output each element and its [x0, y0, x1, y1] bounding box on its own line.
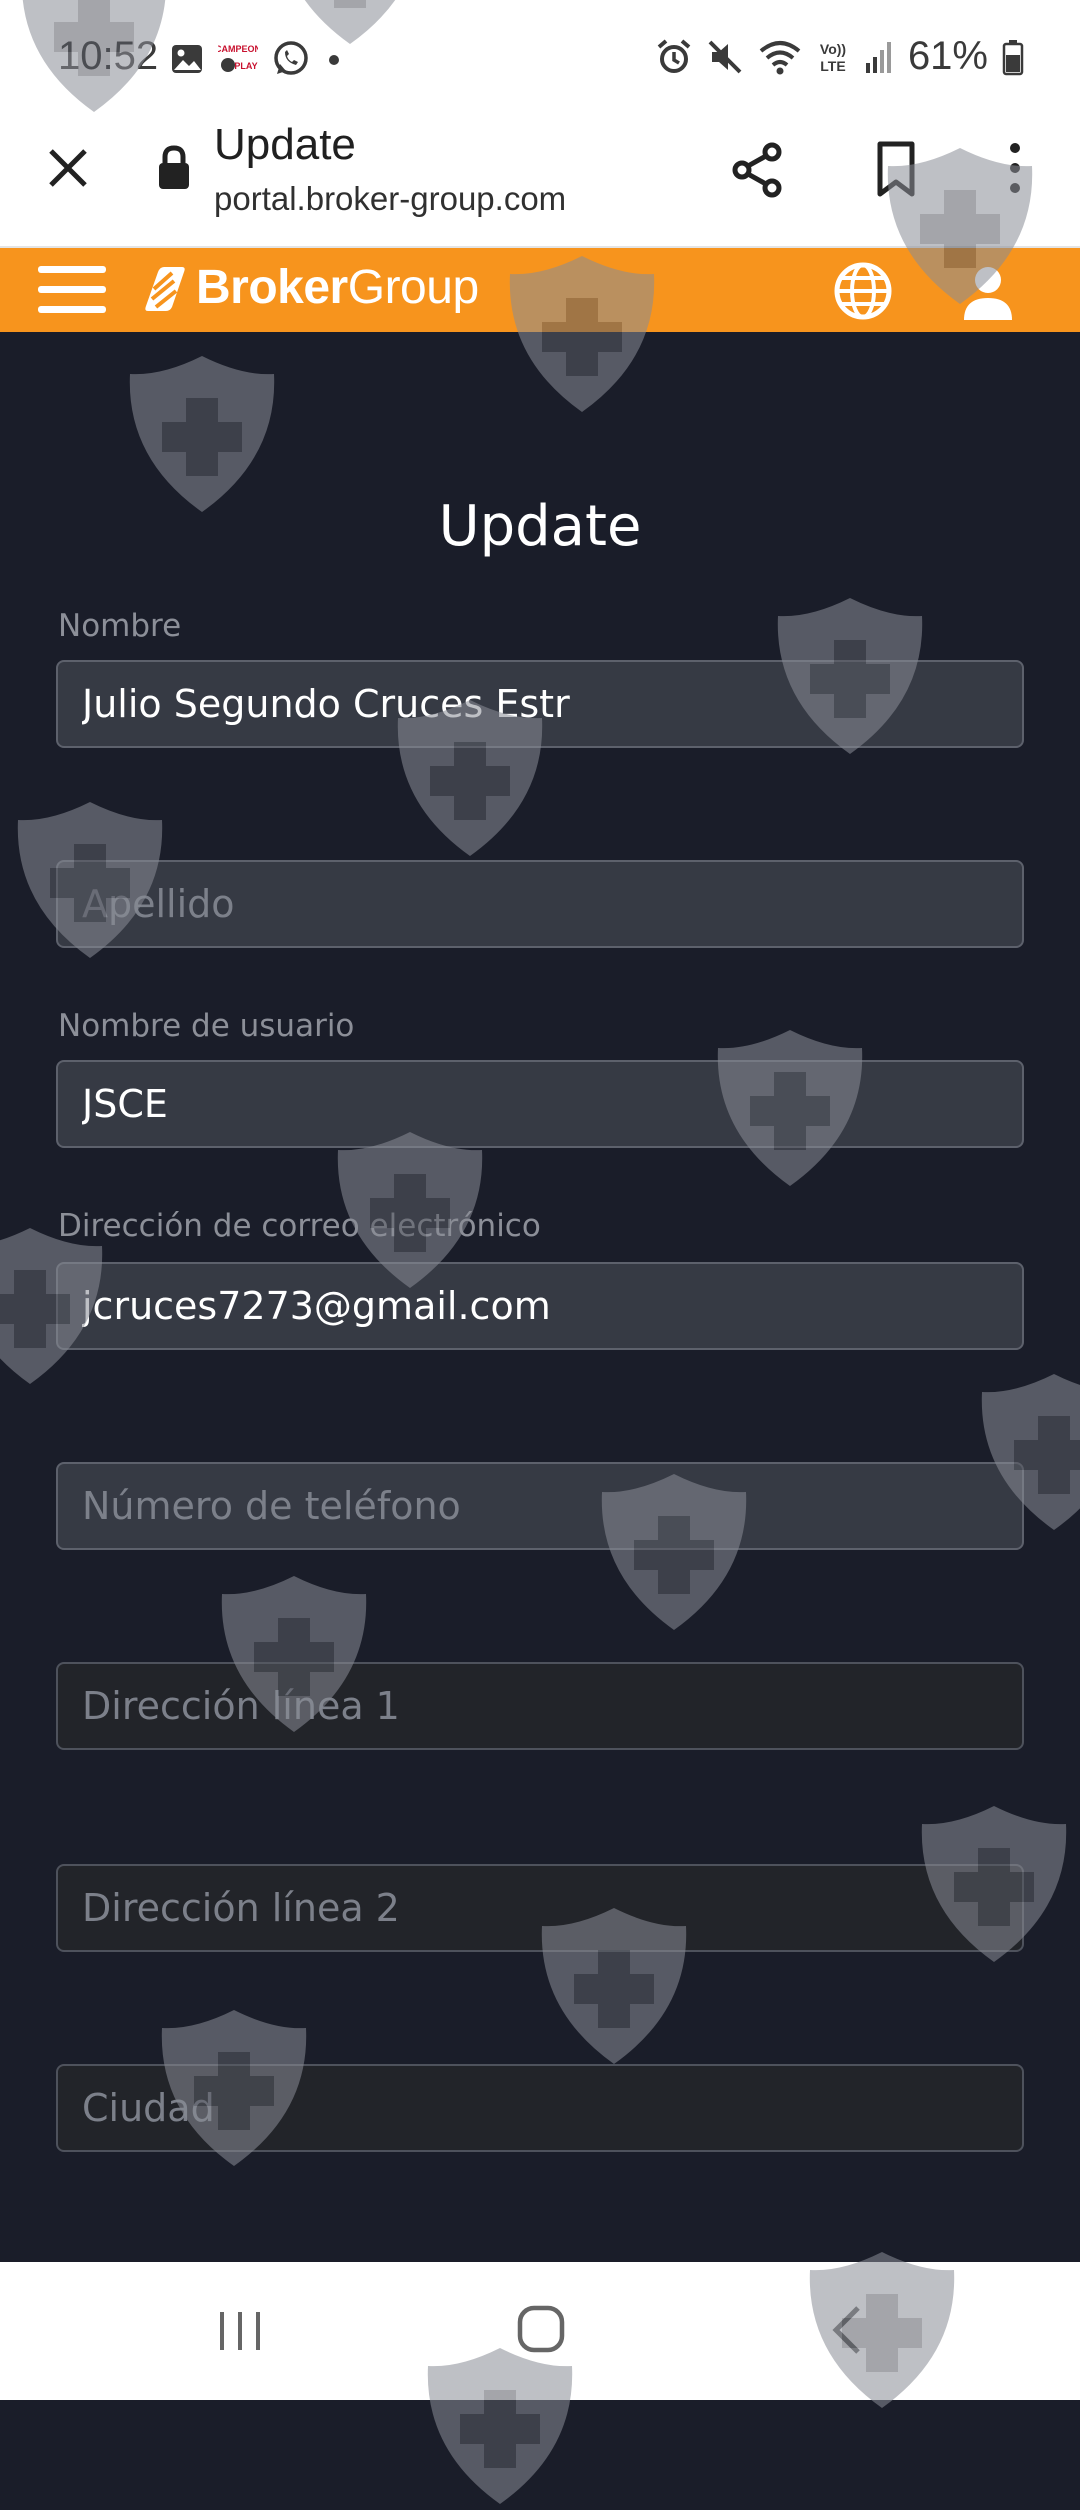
last-name-input[interactable]: [56, 860, 1024, 948]
volte-icon: Vo)) LTE: [820, 41, 846, 74]
whatsapp-icon: [274, 41, 308, 75]
globe-icon[interactable]: [832, 260, 894, 322]
email-label: Dirección de correo electrónico: [58, 1208, 541, 1244]
gallery-icon: [172, 45, 202, 73]
wifi-icon: [759, 40, 801, 74]
home-icon[interactable]: [514, 2302, 568, 2356]
hamburger-menu-icon[interactable]: [38, 264, 108, 316]
brokergroup-logo[interactable]: Broker Group: [142, 260, 479, 315]
close-tab-button[interactable]: [38, 138, 98, 198]
form-title: Update: [438, 493, 642, 559]
svg-text:Vo)): Vo)): [820, 41, 846, 57]
site-header: Broker Group: [0, 248, 1080, 332]
status-notification-icons: CAMPEON PLAY: [170, 40, 344, 78]
username-input[interactable]: [56, 1060, 1024, 1148]
lock-icon: [159, 145, 189, 189]
update-form: Update Nombre Nombre de usuario Direcció…: [0, 332, 1080, 2262]
system-navigation-bar: [0, 2262, 1080, 2400]
status-system-icons: Vo)) LTE 61%: [656, 34, 1024, 79]
page-url[interactable]: portal.broker-group.com: [214, 180, 566, 218]
recent-apps-icon[interactable]: [210, 2306, 270, 2356]
more-options-icon[interactable]: [990, 138, 1040, 202]
address-line-2-input[interactable]: [56, 1864, 1024, 1952]
address-line-1-input[interactable]: [56, 1662, 1024, 1750]
svg-text:CAMPEON: CAMPEON: [218, 44, 258, 54]
logo-text-light: Group: [347, 261, 479, 314]
share-icon[interactable]: [726, 138, 790, 202]
status-time: 10:52: [58, 34, 159, 78]
first-name-input[interactable]: [56, 660, 1024, 748]
logo-mark-icon: [145, 266, 185, 311]
logo-text-bold: Broker: [196, 261, 348, 314]
alarm-icon: [657, 38, 691, 73]
username-label: Nombre de usuario: [58, 1008, 355, 1044]
battery-icon: [1002, 39, 1024, 75]
svg-text:PLAY: PLAY: [234, 61, 257, 71]
svg-text:LTE: LTE: [820, 58, 845, 74]
browser-toolbar: Update portal.broker-group.com: [0, 118, 1080, 248]
close-icon: [49, 149, 87, 187]
phone-input[interactable]: [56, 1462, 1024, 1550]
signal-icon: [865, 41, 891, 73]
city-input[interactable]: [56, 2064, 1024, 2152]
user-account-icon[interactable]: [960, 262, 1016, 322]
back-icon[interactable]: [826, 2302, 866, 2358]
status-bar: 10:52 CAMPEON PLAY Vo)) LTE 61%: [0, 0, 1080, 118]
page-title: Update: [214, 120, 356, 169]
first-name-label: Nombre: [58, 608, 182, 644]
dot-icon: [329, 55, 339, 65]
email-input[interactable]: [56, 1262, 1024, 1350]
campeon-play-icon: CAMPEON PLAY: [218, 44, 258, 72]
bookmark-icon[interactable]: [864, 138, 928, 202]
battery-percent: 61%: [907, 34, 988, 78]
mute-icon: [708, 40, 742, 73]
